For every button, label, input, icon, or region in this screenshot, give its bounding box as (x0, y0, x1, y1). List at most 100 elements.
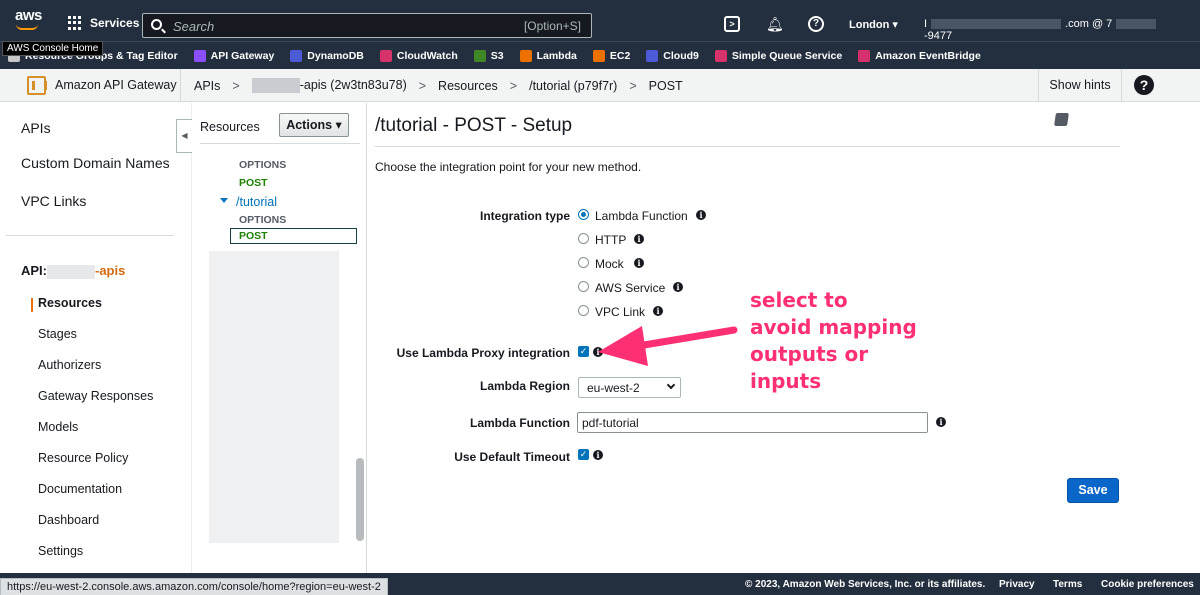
crumb-api-name-text: -apis (2w3tn83u78) (299, 77, 407, 92)
crumb-apis[interactable]: APIs (194, 79, 220, 93)
tree-method-post[interactable]: POST (239, 177, 268, 189)
radio-mock[interactable] (578, 257, 589, 268)
nav-vpc-links[interactable]: VPC Links (21, 193, 86, 209)
lambda-function-input[interactable] (577, 412, 928, 433)
crumb-separator: > (418, 78, 427, 93)
service-name[interactable]: Amazon API Gateway (55, 78, 177, 92)
help-icon[interactable]: ? (808, 16, 824, 32)
favorite-service-link[interactable]: Cloud9 (646, 49, 699, 62)
search-input[interactable]: Search [Option+S] (142, 13, 592, 38)
region-label: London (849, 19, 890, 31)
tree-method-options[interactable]: OPTIONS (239, 159, 286, 171)
resources-panel-title: Resources (200, 120, 260, 134)
service-icon (714, 49, 727, 62)
api-prefix: API: (21, 263, 47, 278)
region-selector[interactable]: London ▾ (849, 18, 898, 31)
favorite-label: Amazon EventBridge (875, 49, 981, 62)
favorite-service-link[interactable]: Lambda (519, 49, 577, 62)
collapse-nav-button[interactable]: ◀ (176, 119, 192, 153)
nav-models[interactable]: Models (38, 420, 78, 434)
actions-label: Actions (286, 118, 333, 132)
info-icon[interactable]: i (634, 258, 644, 268)
tree-scrollbar-thumb[interactable] (356, 458, 364, 541)
nav-divider (6, 235, 174, 236)
breadcrumb-bar: Amazon API Gateway APIs > -apis (2w3tn83… (0, 69, 1200, 102)
crumb-separator: > (509, 78, 518, 93)
radio-http[interactable] (578, 233, 589, 244)
favorite-label: DynamoDB (307, 49, 364, 62)
cookie-preferences-link[interactable]: Cookie preferences (1101, 579, 1194, 590)
option-lambda-function-label[interactable]: Lambda Function (595, 209, 688, 223)
info-icon[interactable]: i (593, 450, 603, 460)
api-gateway-icon (27, 76, 47, 95)
default-timeout-checkbox[interactable]: ✓ (578, 449, 589, 460)
bell-icon[interactable]: 🔔︎ (766, 16, 784, 32)
option-http-label[interactable]: HTTP (595, 233, 626, 247)
favorite-service-link[interactable]: Amazon EventBridge (858, 49, 981, 62)
crumb-api-name[interactable]: -apis (2w3tn83u78) (251, 77, 407, 94)
tree-resource-tutorial[interactable]: /tutorial (236, 195, 277, 209)
info-icon[interactable]: i (653, 306, 663, 316)
favorite-service-link[interactable]: API Gateway (193, 49, 274, 62)
active-indicator (31, 298, 33, 312)
lambda-region-select[interactable]: eu-west-2 (578, 377, 681, 398)
search-placeholder: Search (173, 19, 215, 34)
integration-type-label: Integration type (479, 209, 570, 223)
favorite-label: EC2 (609, 49, 631, 62)
favorite-service-link[interactable]: S3 (473, 49, 504, 62)
account-menu[interactable]: I .com @ 7-9477 (924, 18, 1184, 42)
nav-dashboard[interactable]: Dashboard (38, 513, 99, 527)
favorites-bar: Resource Groups & Tag EditorAPI GatewayD… (0, 41, 1200, 69)
help-circle-icon[interactable]: ? (1134, 75, 1154, 95)
option-aws-service-label[interactable]: AWS Service (595, 281, 665, 295)
info-icon[interactable]: i (936, 417, 946, 427)
service-icon (290, 49, 303, 62)
save-button[interactable]: Save (1067, 478, 1119, 503)
info-icon[interactable]: i (673, 282, 683, 292)
nav-resource-policy[interactable]: Resource Policy (38, 451, 128, 465)
nav-authorizers[interactable]: Authorizers (38, 358, 101, 372)
info-icon[interactable]: i (634, 234, 644, 244)
option-mock-label[interactable]: Mock (595, 257, 624, 271)
privacy-link[interactable]: Privacy (999, 579, 1035, 590)
aws-logo-text: aws (15, 7, 42, 24)
proxy-integration-checkbox[interactable]: ✓ (578, 346, 589, 357)
favorite-service-link[interactable]: CloudWatch (379, 49, 458, 62)
crumb-separator: > (629, 78, 637, 93)
radio-lambda-function[interactable] (578, 209, 589, 220)
favorite-label: S3 (490, 49, 504, 62)
show-hints-button[interactable]: Show hints (1038, 69, 1122, 102)
lambda-function-label: Lambda Function (470, 416, 570, 430)
breadcrumb: APIs > -apis (2w3tn83u78) > Resources > … (180, 69, 683, 102)
favorite-service-link[interactable]: DynamoDB (290, 49, 364, 62)
nav-resources[interactable]: Resources (38, 296, 102, 310)
api-name-blur (251, 78, 300, 94)
nav-documentation[interactable]: Documentation (38, 482, 122, 496)
aws-smile-icon (16, 24, 38, 30)
nav-stages[interactable]: Stages (38, 327, 77, 341)
crumb-separator: > (232, 78, 240, 93)
services-menu-button[interactable]: Services (68, 16, 139, 30)
aws-logo[interactable]: aws (14, 6, 44, 36)
caret-down-icon[interactable] (220, 198, 228, 203)
nav-custom-domain-names[interactable]: Custom Domain Names (21, 155, 170, 171)
actions-dropdown-button[interactable]: Actions ▾ (279, 113, 349, 137)
lambda-region-label: Lambda Region (479, 379, 570, 393)
terms-link[interactable]: Terms (1053, 579, 1082, 590)
book-icon[interactable] (1054, 113, 1069, 126)
console-home-tooltip: AWS Console Home (2, 41, 104, 56)
info-icon[interactable]: i (696, 210, 706, 220)
crumb-resource[interactable]: /tutorial (p79f7r) (529, 79, 617, 93)
selected-method-label: POST (239, 230, 268, 242)
radio-aws-service[interactable] (578, 281, 589, 292)
cloudshell-icon[interactable]: > (724, 16, 740, 32)
crumb-resources[interactable]: Resources (438, 79, 498, 93)
tree-method-post-selected[interactable]: POST (230, 228, 357, 244)
nav-gateway-responses[interactable]: Gateway Responses (38, 389, 153, 403)
nav-apis[interactable]: APIs (21, 120, 51, 136)
nav-settings[interactable]: Settings (38, 544, 83, 558)
favorite-service-link[interactable]: EC2 (592, 49, 631, 62)
favorite-service-link[interactable]: Simple Queue Service (714, 49, 842, 62)
radio-vpc-link[interactable] (578, 305, 589, 316)
api-name-blur (47, 264, 95, 279)
